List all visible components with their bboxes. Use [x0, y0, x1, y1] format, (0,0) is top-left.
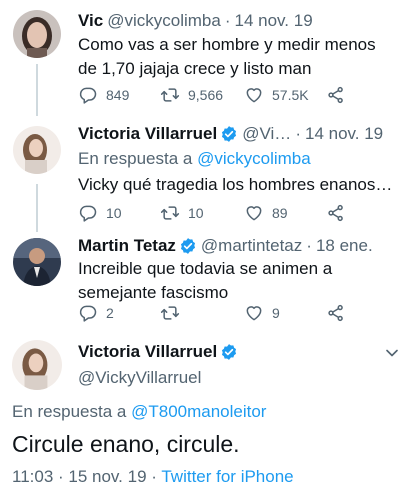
display-name[interactable]: Martin Tetaz: [78, 236, 176, 256]
tweet-vic[interactable]: Vic @vickycolimba · 14 nov. 19 Como vas …: [0, 10, 411, 115]
user-handle[interactable]: @vickycolimba: [107, 11, 221, 31]
retweet-button[interactable]: 10: [160, 203, 204, 223]
tweet-time[interactable]: 14 nov. 19: [305, 124, 383, 144]
like-icon: [244, 303, 264, 323]
like-icon: [244, 203, 264, 223]
avatar[interactable]: [13, 126, 61, 174]
avatar[interactable]: [13, 238, 61, 286]
reply-context: En respuesta a @vickycolimba: [78, 149, 311, 169]
retweet-button[interactable]: 9,566: [160, 85, 223, 105]
reply-count: 2: [106, 305, 114, 321]
tweet-martin[interactable]: Martin Tetaz @martintetaz · 18 ene. Incr…: [0, 235, 411, 330]
avatar[interactable]: [13, 10, 61, 58]
like-button[interactable]: 89: [244, 203, 288, 223]
tweet-time[interactable]: 14 nov. 19: [235, 11, 313, 31]
user-handle[interactable]: @martintetaz: [201, 236, 302, 256]
separator-dot: ·: [224, 11, 231, 30]
reply-button[interactable]: 10: [78, 203, 122, 223]
share-button[interactable]: [326, 85, 346, 105]
tweet-text: Increible que todavia se animen a semeja…: [78, 259, 333, 302]
more-caret-icon[interactable]: [386, 349, 398, 357]
verified-icon: [220, 343, 238, 361]
reply-icon: [78, 203, 98, 223]
tweet-header: Vic @vickycolimba · 14 nov. 19: [78, 10, 399, 32]
retweet-icon: [160, 203, 180, 223]
tweet-meta: 11:03 · 15 nov. 19 · Twitter for iPhone: [12, 467, 294, 487]
share-icon: [326, 85, 346, 105]
retweet-count: 10: [188, 205, 204, 221]
action-bar: 849 9,566 57.5K: [78, 85, 371, 107]
tweet-header: Victoria Villarruel @Vi… · 14 nov. 19: [78, 123, 399, 145]
action-bar: 2 9: [78, 303, 371, 325]
retweet-button[interactable]: [160, 303, 188, 323]
detail-avatar[interactable]: [12, 340, 62, 390]
tweet-source[interactable]: Twitter for iPhone: [161, 467, 293, 486]
tweet-header: Martin Tetaz @martintetaz · 18 ene.: [78, 235, 399, 257]
like-icon: [244, 85, 264, 105]
detail-name-row: Victoria Villarruel: [78, 342, 238, 362]
reply-icon: [78, 85, 98, 105]
separator-dot: ·: [295, 124, 301, 143]
retweet-icon: [160, 85, 180, 105]
reply-button[interactable]: 2: [78, 303, 114, 323]
reply-to-link[interactable]: @vickycolimba: [197, 149, 311, 168]
like-count: 9: [272, 305, 280, 321]
display-name[interactable]: Vic: [78, 11, 103, 31]
reply-button[interactable]: 849: [78, 85, 129, 105]
tweet-text: Vicky qué tragedia los hombres enanos…: [78, 175, 393, 194]
detail-tweet-text: Circule enano, circule.: [12, 431, 240, 457]
verified-icon: [179, 237, 197, 255]
action-bar: 10 10 89: [78, 203, 371, 225]
display-name[interactable]: Victoria Villarruel: [78, 124, 217, 144]
like-count: 89: [272, 205, 288, 221]
verified-icon: [220, 125, 238, 143]
like-count: 57.5K: [272, 87, 309, 103]
share-icon: [326, 303, 346, 323]
reply-prefix: En respuesta a: [78, 149, 193, 168]
reply-count: 849: [106, 87, 130, 103]
share-button[interactable]: [326, 303, 346, 323]
like-button[interactable]: 9: [244, 303, 280, 323]
retweet-count: 9,566: [188, 87, 224, 103]
tweet-text: Como vas a ser hombre y medir menos de 1…: [78, 35, 376, 78]
tweet-victoria-reply[interactable]: Victoria Villarruel @Vi… · 14 nov. 19 En…: [0, 123, 411, 228]
reply-count: 10: [106, 205, 122, 221]
detail-user-handle[interactable]: @VickyVillarruel: [78, 368, 201, 388]
share-icon: [326, 203, 346, 223]
detail-display-name[interactable]: Victoria Villarruel: [78, 342, 217, 362]
reply-icon: [78, 303, 98, 323]
retweet-icon: [160, 303, 180, 323]
tweet-timestamp[interactable]: 11:03 · 15 nov. 19 ·: [12, 467, 157, 486]
tweet-time[interactable]: 18 ene.: [316, 236, 373, 256]
detail-reply-context: En respuesta a @T800manoleitor: [12, 402, 266, 422]
share-button[interactable]: [326, 203, 346, 223]
like-button[interactable]: 57.5K: [244, 85, 309, 105]
separator-dot: ·: [306, 236, 312, 255]
user-handle[interactable]: @Vi…: [242, 124, 291, 144]
reply-to-link[interactable]: @T800manoleitor: [131, 402, 266, 421]
reply-prefix: En respuesta a: [12, 402, 127, 421]
